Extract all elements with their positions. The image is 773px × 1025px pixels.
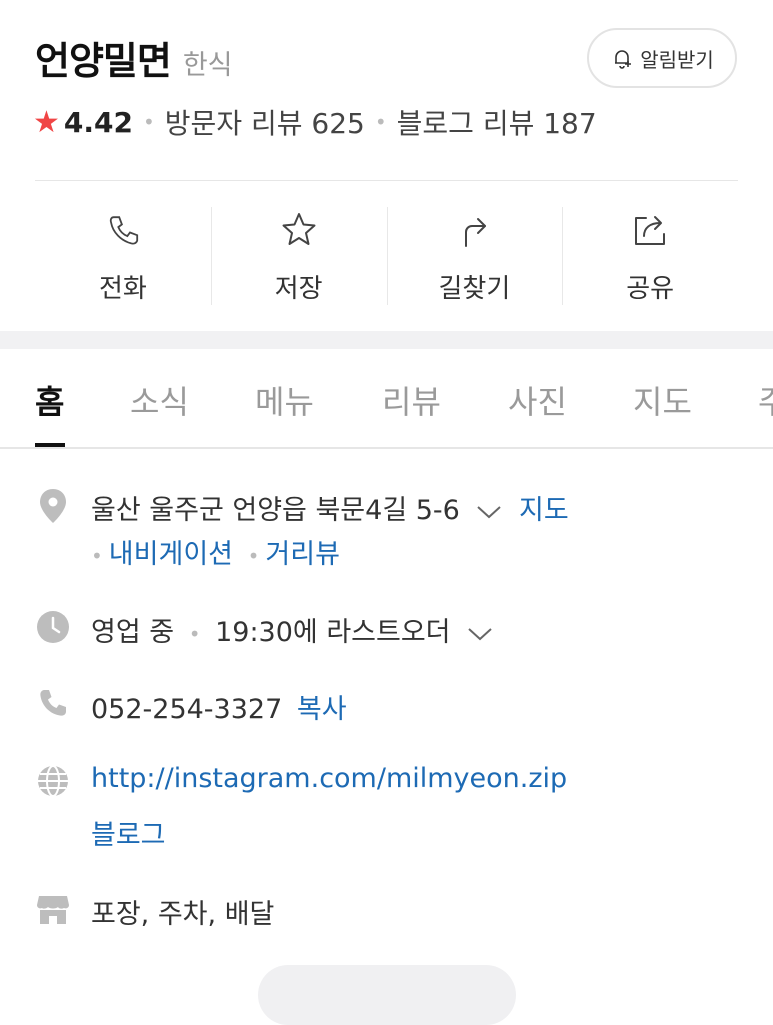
store-icon — [37, 896, 69, 924]
business-status: 영업 중 — [91, 617, 175, 648]
phone-number: 052-254-3327 — [91, 694, 283, 725]
share-icon — [635, 215, 666, 245]
place-name: 언양밀면 — [35, 39, 172, 83]
tab-review[interactable]: 리뷰 — [382, 377, 441, 423]
place-header: 언양밀면 한식 — [35, 30, 233, 85]
tab-menu[interactable]: 메뉴 — [255, 377, 314, 423]
separator-dot: • — [91, 544, 103, 568]
globe-icon — [38, 765, 68, 797]
separator-dot: • — [188, 622, 201, 646]
action-bar: 전화 저장 길찾기 공유 — [35, 205, 738, 305]
divider — [35, 180, 738, 181]
blog-link[interactable]: 블로그 — [91, 820, 166, 851]
directions-button[interactable]: 길찾기 — [386, 205, 563, 305]
save-label: 저장 — [274, 274, 323, 304]
address-text: 울산 울주군 언양읍 북문4길 5-6 — [91, 495, 460, 526]
tab-home[interactable]: 홈 — [35, 377, 64, 423]
navigation-link[interactable]: 내비게이션 — [109, 539, 233, 570]
copy-button[interactable]: 복사 — [297, 694, 347, 725]
separator-dot: • — [247, 544, 260, 568]
section-divider — [0, 331, 773, 349]
location-pin-icon — [40, 489, 66, 523]
bell-plus-icon — [615, 50, 632, 69]
notify-label: 알림받기 — [640, 47, 714, 72]
last-order-text: 19:30에 라스트오더 — [215, 617, 451, 648]
clock-icon — [37, 611, 69, 643]
website-link[interactable]: http://instagram.com/milmyeon.zip — [91, 763, 567, 794]
tab-bar: 홈 소식 메뉴 리뷰 사진 지도 주 — [0, 349, 773, 449]
save-button[interactable]: 저장 — [210, 205, 387, 305]
rating-score: 4.42 — [63, 105, 133, 139]
active-tab-indicator — [35, 443, 65, 447]
blog-reviews-link[interactable]: 블로그 리뷰 187 — [397, 102, 597, 142]
star-filled-icon: ★ — [33, 104, 60, 140]
call-button[interactable]: 전화 — [35, 205, 211, 305]
visitor-reviews-link[interactable]: 방문자 리뷰 625 — [165, 102, 365, 142]
star-icon — [282, 212, 316, 245]
street-view-link[interactable]: 거리뷰 — [265, 539, 340, 570]
call-label: 전화 — [98, 274, 147, 304]
map-link[interactable]: 지도 — [519, 495, 569, 526]
share-button[interactable]: 공유 — [562, 205, 738, 305]
services-text: 포장, 주차, 배달 — [91, 899, 275, 930]
directions-icon — [465, 217, 487, 247]
tab-more[interactable]: 주 — [758, 377, 773, 423]
tab-news[interactable]: 소식 — [130, 377, 189, 423]
share-label: 공유 — [626, 274, 675, 304]
separator-dot: • — [143, 110, 155, 134]
directions-label: 길찾기 — [438, 274, 511, 304]
tab-map[interactable]: 지도 — [633, 377, 692, 423]
chevron-down-icon[interactable] — [476, 503, 502, 521]
chevron-down-icon[interactable] — [467, 625, 493, 643]
notify-button[interactable]: 알림받기 — [587, 28, 737, 88]
phone-icon — [40, 690, 66, 716]
separator-dot: • — [374, 110, 387, 134]
phone-icon — [109, 215, 138, 245]
tab-photo[interactable]: 사진 — [508, 377, 567, 423]
more-info-button[interactable] — [258, 965, 516, 1025]
place-category: 한식 — [182, 50, 233, 81]
rating-row: ★ 4.42 • 방문자 리뷰 625 • 블로그 리뷰 187 — [33, 102, 597, 142]
